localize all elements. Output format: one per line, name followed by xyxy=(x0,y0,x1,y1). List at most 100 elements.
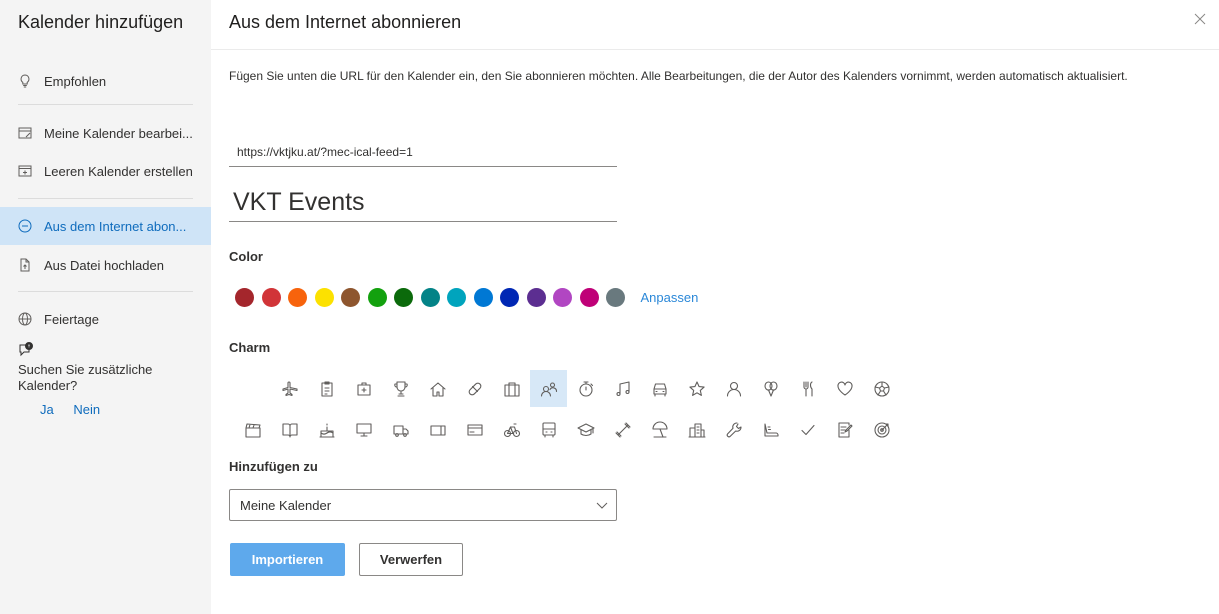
charm-checkmark-icon[interactable] xyxy=(789,411,826,448)
charm-stopwatch-icon[interactable] xyxy=(567,370,604,407)
charm-first-aid-icon[interactable] xyxy=(345,370,382,407)
color-swatch[interactable] xyxy=(473,288,493,307)
color-swatch[interactable] xyxy=(341,288,360,307)
color-swatch[interactable] xyxy=(420,288,440,307)
charm-target-icon[interactable] xyxy=(863,411,900,448)
color-swatch[interactable] xyxy=(314,288,334,307)
color-swatch[interactable] xyxy=(367,288,387,307)
no-link[interactable]: Nein xyxy=(73,402,100,417)
charm-car-icon[interactable] xyxy=(641,370,678,407)
charm-birthday-cake-icon[interactable] xyxy=(308,411,345,448)
sidebar-item-label: Aus Datei hochladen xyxy=(44,257,164,273)
color-swatch[interactable] xyxy=(500,288,519,307)
charm-briefcase-icon[interactable] xyxy=(493,370,530,407)
soccer-ball-icon xyxy=(873,380,890,397)
charm-bicycle-icon[interactable] xyxy=(493,411,530,448)
book-icon xyxy=(281,422,298,438)
charm-city-icon[interactable] xyxy=(678,411,715,448)
charm-balloons-icon[interactable] xyxy=(752,370,789,407)
charm-home-icon[interactable] xyxy=(419,370,456,407)
charm-ticket-icon[interactable] xyxy=(419,411,456,448)
subscribe-link-icon xyxy=(18,219,32,233)
charm-heart-icon[interactable] xyxy=(826,370,863,407)
color-swatch[interactable] xyxy=(579,288,599,307)
charm-pill-icon[interactable] xyxy=(456,370,493,407)
charm-movie-clapper-icon[interactable] xyxy=(234,411,271,448)
customize-color-link[interactable]: Anpassen xyxy=(641,290,699,305)
color-label: Color xyxy=(229,249,263,264)
truck-icon xyxy=(392,424,409,437)
charm-people-icon[interactable] xyxy=(530,370,567,407)
yes-link[interactable]: Ja xyxy=(40,402,54,417)
charm-soccer-ball-icon[interactable] xyxy=(863,370,900,407)
clipboard-icon xyxy=(320,380,333,397)
wrench-icon xyxy=(726,421,742,437)
charm-trophy-icon[interactable] xyxy=(382,370,419,407)
color-swatch[interactable] xyxy=(394,288,413,307)
chevron-down-icon xyxy=(596,499,608,511)
trophy-icon xyxy=(393,380,408,397)
divider xyxy=(18,198,193,199)
home-icon xyxy=(429,381,446,397)
charm-row-1 xyxy=(271,370,900,407)
charm-label: Charm xyxy=(229,340,271,355)
sidebar-item-recommended[interactable]: Empfohlen xyxy=(0,62,211,100)
charm-dumbbell-icon[interactable] xyxy=(604,411,641,448)
calendar-name-input[interactable] xyxy=(229,184,617,222)
sidebar: Kalender hinzufügen Empfohlen Meine Kale… xyxy=(0,0,211,614)
charm-star-icon[interactable] xyxy=(678,370,715,407)
charm-person-icon[interactable] xyxy=(715,370,752,407)
charm-notes-icon[interactable] xyxy=(826,411,863,448)
charm-bus-icon[interactable] xyxy=(530,411,567,448)
cutlery-icon xyxy=(802,380,813,397)
charm-music-icon[interactable] xyxy=(604,370,641,407)
sidebar-item-upload-file[interactable]: Aus Datei hochladen xyxy=(0,246,211,284)
charm-sneaker-icon[interactable] xyxy=(752,411,789,448)
divider xyxy=(18,291,193,292)
sidebar-item-label: Leeren Kalender erstellen xyxy=(44,163,193,179)
charm-book-icon[interactable] xyxy=(271,411,308,448)
color-swatch[interactable] xyxy=(447,288,466,307)
airplane-icon xyxy=(281,380,298,396)
payment-card-icon xyxy=(466,423,483,436)
sidebar-item-label: Meine Kalender bearbei... xyxy=(44,125,193,141)
sidebar-item-label: Aus dem Internet abon... xyxy=(44,218,187,234)
charm-graduation-cap-icon[interactable] xyxy=(567,411,604,448)
monitor-icon xyxy=(355,422,372,437)
import-button[interactable]: Importieren xyxy=(230,543,345,576)
movie-clapper-icon xyxy=(244,422,261,438)
globe-icon xyxy=(18,312,32,326)
color-swatch[interactable] xyxy=(261,288,281,307)
sidebar-item-edit-calendars[interactable]: Meine Kalender bearbei... xyxy=(0,114,211,152)
charm-wrench-icon[interactable] xyxy=(715,411,752,448)
charm-beach-umbrella-icon[interactable] xyxy=(641,411,678,448)
color-swatch[interactable] xyxy=(526,288,546,307)
color-swatch[interactable] xyxy=(606,288,625,307)
charm-clipboard-icon[interactable] xyxy=(308,370,345,407)
main-panel: Aus dem Internet abonnieren Fügen Sie un… xyxy=(211,0,1219,614)
sidebar-item-label: Feiertage xyxy=(44,311,99,327)
more-calendars-links: Ja Nein xyxy=(40,402,116,417)
charm-row-2 xyxy=(234,411,900,448)
target-icon xyxy=(873,421,890,438)
charm-monitor-icon[interactable] xyxy=(345,411,382,448)
color-swatch[interactable] xyxy=(553,288,572,307)
discard-button[interactable]: Verwerfen xyxy=(359,543,463,576)
divider xyxy=(18,104,193,105)
charm-payment-card-icon[interactable] xyxy=(456,411,493,448)
add-to-dropdown[interactable]: Meine Kalender xyxy=(229,489,617,521)
charm-cutlery-icon[interactable] xyxy=(789,370,826,407)
close-icon[interactable] xyxy=(1193,12,1213,32)
sidebar-item-subscribe-internet[interactable]: Aus dem Internet abon... xyxy=(0,207,211,245)
birthday-cake-icon xyxy=(318,422,335,438)
file-upload-icon xyxy=(18,258,32,272)
stopwatch-icon xyxy=(578,380,593,397)
sidebar-title: Kalender hinzufügen xyxy=(18,12,184,32)
color-swatch[interactable] xyxy=(235,288,254,307)
sidebar-item-create-blank[interactable]: Leeren Kalender erstellen xyxy=(0,152,211,190)
charm-truck-icon[interactable] xyxy=(382,411,419,448)
sidebar-item-holidays[interactable]: Feiertage xyxy=(0,300,211,338)
charm-airplane-icon[interactable] xyxy=(271,370,308,407)
color-swatch[interactable] xyxy=(288,288,307,307)
url-input[interactable] xyxy=(229,138,617,167)
